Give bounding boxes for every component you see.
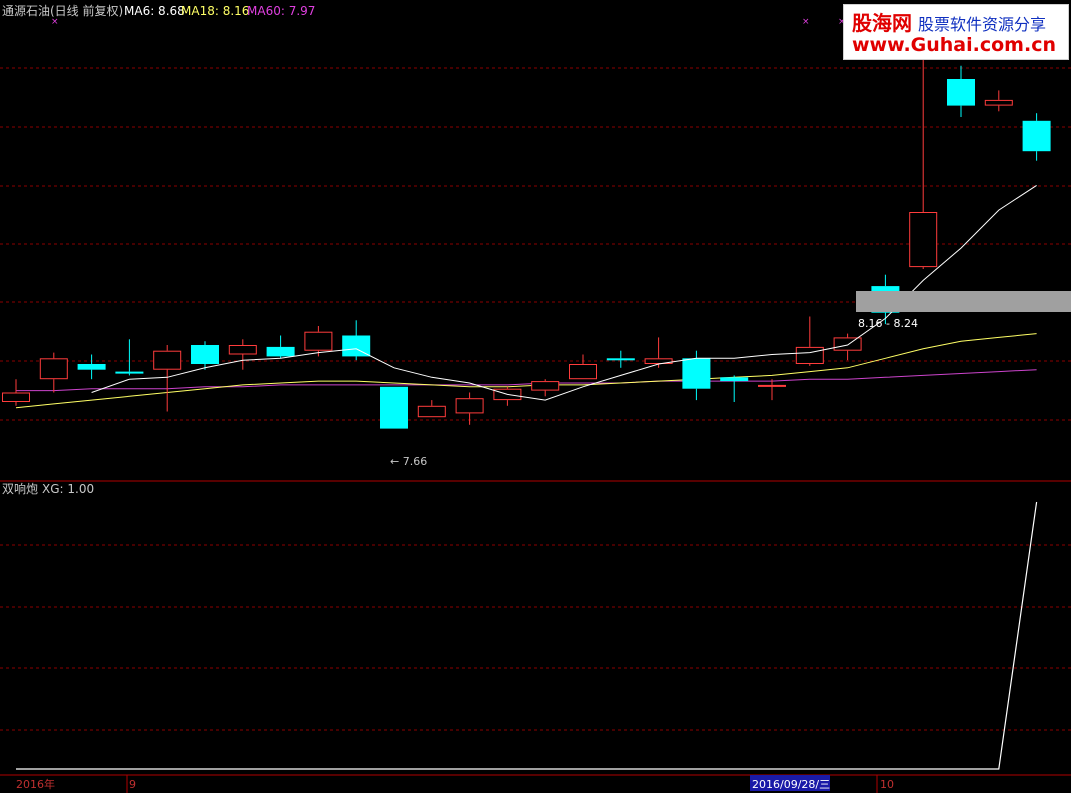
- candle[interactable]: [984, 90, 1013, 112]
- candle[interactable]: [909, 50, 938, 270]
- candle[interactable]: [77, 354, 106, 380]
- candle-body: [39, 358, 68, 380]
- candle-body: [720, 377, 749, 382]
- candle-body: [2, 392, 30, 402]
- candle-body: [984, 99, 1013, 106]
- month-label-sep: 9: [129, 778, 136, 791]
- candle[interactable]: [115, 339, 144, 376]
- signal-series: [16, 501, 1038, 770]
- candle-body: [1022, 120, 1051, 152]
- indicator-name: 双响炮: [2, 481, 38, 496]
- candle-body: [417, 405, 446, 418]
- ma6-legend: MA6: 8.68: [124, 4, 185, 18]
- candle-body: [531, 381, 560, 391]
- candle[interactable]: [758, 379, 786, 401]
- candle-body: [304, 331, 333, 351]
- candle-body: [115, 371, 144, 374]
- ma18-series: [15, 333, 1037, 409]
- ma60-line: [16, 369, 1037, 392]
- marker-cross-icon: ×: [51, 17, 59, 27]
- kline-chart[interactable]: 通源石油(日线 前复权) MA6: 8.68 MA18: 8.16 MA60: …: [0, 0, 1071, 793]
- candle[interactable]: [569, 354, 597, 380]
- candle-body: [77, 364, 106, 370]
- candle[interactable]: [228, 339, 257, 370]
- watermark-slogan: 股票软件资源分享: [918, 15, 1047, 34]
- ma60-series: [16, 369, 1037, 392]
- candle-body: [758, 384, 786, 387]
- candle-body: [153, 350, 182, 370]
- candle[interactable]: [2, 379, 30, 406]
- year-label: 2016年: [16, 777, 55, 791]
- candle[interactable]: [531, 379, 560, 397]
- low-price-label: ← 7.66: [390, 455, 427, 468]
- candle[interactable]: [455, 392, 484, 425]
- ma18-legend: MA18: 8.16: [181, 4, 249, 18]
- candlestick-series[interactable]: [2, 50, 1051, 429]
- candle[interactable]: [606, 350, 635, 368]
- marker-cross-icon: ×: [802, 17, 810, 27]
- cursor-date: 2016/09/28/三: [752, 778, 830, 791]
- candle-body: [606, 358, 635, 361]
- candle[interactable]: [380, 386, 408, 429]
- candle-body: [795, 346, 824, 364]
- candle[interactable]: [1022, 113, 1051, 161]
- ma60-legend: MA60: 7.97: [247, 4, 315, 18]
- candle-body: [228, 345, 257, 355]
- candle[interactable]: [39, 352, 68, 393]
- signal-line: [16, 501, 1038, 770]
- stock-title: 通源石油(日线 前复权): [2, 3, 123, 18]
- candle-body: [909, 212, 938, 268]
- watermark-url: www.Guhai.com.cn: [852, 34, 1056, 56]
- range-label: 8.16 - 8.24: [858, 317, 918, 330]
- candle-body: [569, 364, 597, 380]
- candle-body: [266, 346, 295, 357]
- ma18-line: [15, 333, 1037, 409]
- candle[interactable]: [266, 335, 295, 359]
- candle[interactable]: [720, 375, 749, 402]
- watermark-logo: 股海网 股票软件资源分享 www.Guhai.com.cn: [843, 4, 1069, 60]
- candle-body: [833, 337, 862, 351]
- candle-body: [947, 79, 975, 106]
- candle[interactable]: [795, 316, 824, 366]
- indicator-value: XG: 1.00: [42, 482, 94, 496]
- watermark-brand: 股海网: [852, 11, 912, 35]
- candle-body: [682, 358, 711, 389]
- candle-body: [380, 386, 408, 429]
- candle[interactable]: [947, 65, 975, 117]
- candle[interactable]: [417, 400, 446, 418]
- month-label-oct: 10: [880, 778, 894, 791]
- candle-body: [191, 345, 219, 364]
- candle-body: [455, 398, 484, 414]
- candle[interactable]: [644, 337, 673, 368]
- range-highlight-bar: [856, 291, 1071, 312]
